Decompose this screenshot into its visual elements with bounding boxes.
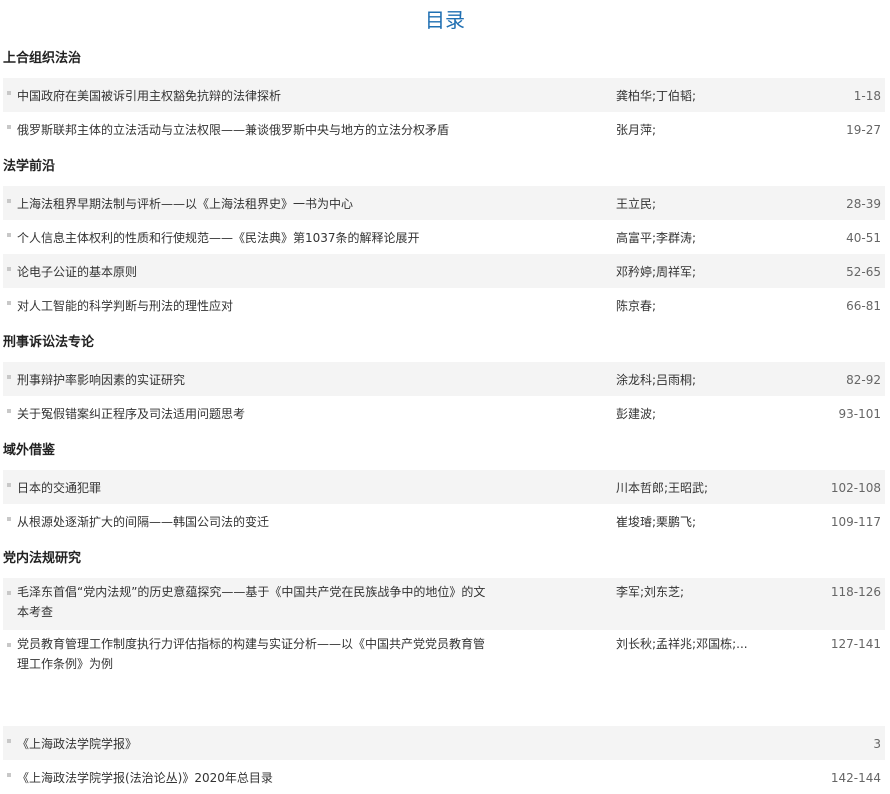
section-heading-dangnei-fagui: 党内法规研究: [3, 551, 82, 566]
article-pages: 93-101: [838, 407, 881, 421]
article-pages: 1-18: [853, 89, 881, 103]
article-title-link[interactable]: 论电子公证的基本原则: [17, 262, 487, 282]
article-row[interactable]: 党员教育管理工作制度执行力评估指标的构建与实证分析——以《中国共产党党员教育管理…: [3, 630, 885, 682]
article-title-link[interactable]: 毛泽东首倡“党内法规”的历史意蕴探究——基于《中国共产党在民族战争中的地位》的文…: [17, 582, 487, 626]
article-row[interactable]: 刑事辩护率影响因素的实证研究 涂龙科;吕雨桐; 82-92: [3, 362, 885, 396]
article-pages: 66-81: [846, 299, 881, 313]
bullet-icon: [7, 591, 11, 595]
article-row[interactable]: 从根源处逐渐扩大的间隔——韩国公司法的变迁 崔埈璿;栗鹏飞; 109-117: [3, 504, 885, 538]
section-heading-faxue-qianyan: 法学前沿: [3, 159, 56, 174]
bullet-icon: [7, 267, 11, 271]
bullet-icon: [7, 483, 11, 487]
bullet-icon: [7, 643, 11, 647]
article-authors: 王立民;: [616, 197, 657, 211]
bullet-icon: [7, 517, 11, 521]
section-heading-xingshi-susong: 刑事诉讼法专论: [3, 335, 95, 350]
bullet-icon: [7, 409, 11, 413]
article-title-link[interactable]: 党员教育管理工作制度执行力评估指标的构建与实证分析——以《中国共产党党员教育管理…: [17, 634, 487, 678]
article-authors: 龚柏华;丁伯韬;: [616, 89, 697, 103]
article-pages: 142-144: [830, 771, 881, 785]
article-pages: 127-141: [830, 637, 881, 651]
article-pages: 3: [873, 737, 881, 751]
article-pages: 118-126: [830, 585, 881, 599]
article-row[interactable]: 关于冤假错案纠正程序及司法适用问题思考 彭建波; 93-101: [3, 396, 885, 430]
article-row[interactable]: 中国政府在美国被诉引用主权豁免抗辩的法律探析 龚柏华;丁伯韬; 1-18: [3, 78, 885, 112]
article-row[interactable]: 日本的交通犯罪 川本哲郎;王昭武; 102-108: [3, 470, 885, 504]
bullet-icon: [7, 91, 11, 95]
article-authors: 陈京春;: [616, 299, 657, 313]
article-authors: 高富平;李群涛;: [616, 231, 697, 245]
article-row[interactable]: 对人工智能的科学判断与刑法的理性应对 陈京春; 66-81: [3, 288, 885, 322]
article-title-link[interactable]: 对人工智能的科学判断与刑法的理性应对: [17, 296, 487, 316]
article-title-link[interactable]: 《上海政法学院学报》: [17, 734, 487, 754]
article-authors: 彭建波;: [616, 407, 657, 421]
article-row[interactable]: 《上海政法学院学报》 3: [3, 726, 885, 760]
article-row[interactable]: 上海法租界早期法制与评析——以《上海法租界史》一书为中心 王立民; 28-39: [3, 186, 885, 220]
section-heading-yuwai-jiejian: 域外借鉴: [3, 443, 56, 458]
article-pages: 52-65: [846, 265, 881, 279]
section-heading-shanghe: 上合组织法治: [3, 51, 82, 66]
article-authors: 涂龙科;吕雨桐;: [616, 373, 697, 387]
article-pages: 19-27: [846, 123, 881, 137]
article-row[interactable]: 俄罗斯联邦主体的立法活动与立法权限——兼谈俄罗斯中央与地方的立法分权矛盾 张月萍…: [3, 112, 885, 146]
article-row[interactable]: 毛泽东首倡“党内法规”的历史意蕴探究——基于《中国共产党在民族战争中的地位》的文…: [3, 578, 885, 630]
article-title-link[interactable]: 中国政府在美国被诉引用主权豁免抗辩的法律探析: [17, 86, 487, 106]
bullet-icon: [7, 125, 11, 129]
article-row[interactable]: 论电子公证的基本原则 邓矜婷;周祥军; 52-65: [3, 254, 885, 288]
article-pages: 40-51: [846, 231, 881, 245]
article-title-link[interactable]: 《上海政法学院学报(法治论丛)》2020年总目录: [17, 768, 487, 788]
article-title-link[interactable]: 关于冤假错案纠正程序及司法适用问题思考: [17, 404, 487, 424]
article-row[interactable]: 个人信息主体权利的性质和行使规范——《民法典》第1037条的解释论展开 高富平;…: [3, 220, 885, 254]
article-title-link[interactable]: 上海法租界早期法制与评析——以《上海法租界史》一书为中心: [17, 194, 487, 214]
article-authors: 川本哲郎;王昭武;: [616, 481, 709, 495]
article-authors: 李军;刘东芝;: [616, 585, 685, 599]
article-pages: 109-117: [830, 515, 881, 529]
bullet-icon: [7, 773, 11, 777]
bullet-icon: [7, 375, 11, 379]
article-title-link[interactable]: 个人信息主体权利的性质和行使规范——《民法典》第1037条的解释论展开: [17, 228, 487, 248]
bullet-icon: [7, 233, 11, 237]
article-title-link[interactable]: 刑事辩护率影响因素的实证研究: [17, 370, 487, 390]
article-pages: 28-39: [846, 197, 881, 211]
article-title-link[interactable]: 俄罗斯联邦主体的立法活动与立法权限——兼谈俄罗斯中央与地方的立法分权矛盾: [17, 120, 487, 140]
article-title-link[interactable]: 从根源处逐渐扩大的间隔——韩国公司法的变迁: [17, 512, 487, 532]
article-title-link[interactable]: 日本的交通犯罪: [17, 478, 487, 498]
article-authors: 邓矜婷;周祥军;: [616, 265, 697, 279]
bullet-icon: [7, 739, 11, 743]
article-authors: 张月萍;: [616, 123, 657, 137]
article-pages: 82-92: [846, 373, 881, 387]
article-pages: 102-108: [830, 481, 881, 495]
bullet-icon: [7, 199, 11, 203]
bullet-icon: [7, 301, 11, 305]
article-authors: 刘长秋;孟祥兆;邓国栋;...: [616, 637, 748, 651]
page-title: 目录: [425, 8, 465, 32]
article-authors: 崔埈璿;栗鹏飞;: [616, 515, 697, 529]
